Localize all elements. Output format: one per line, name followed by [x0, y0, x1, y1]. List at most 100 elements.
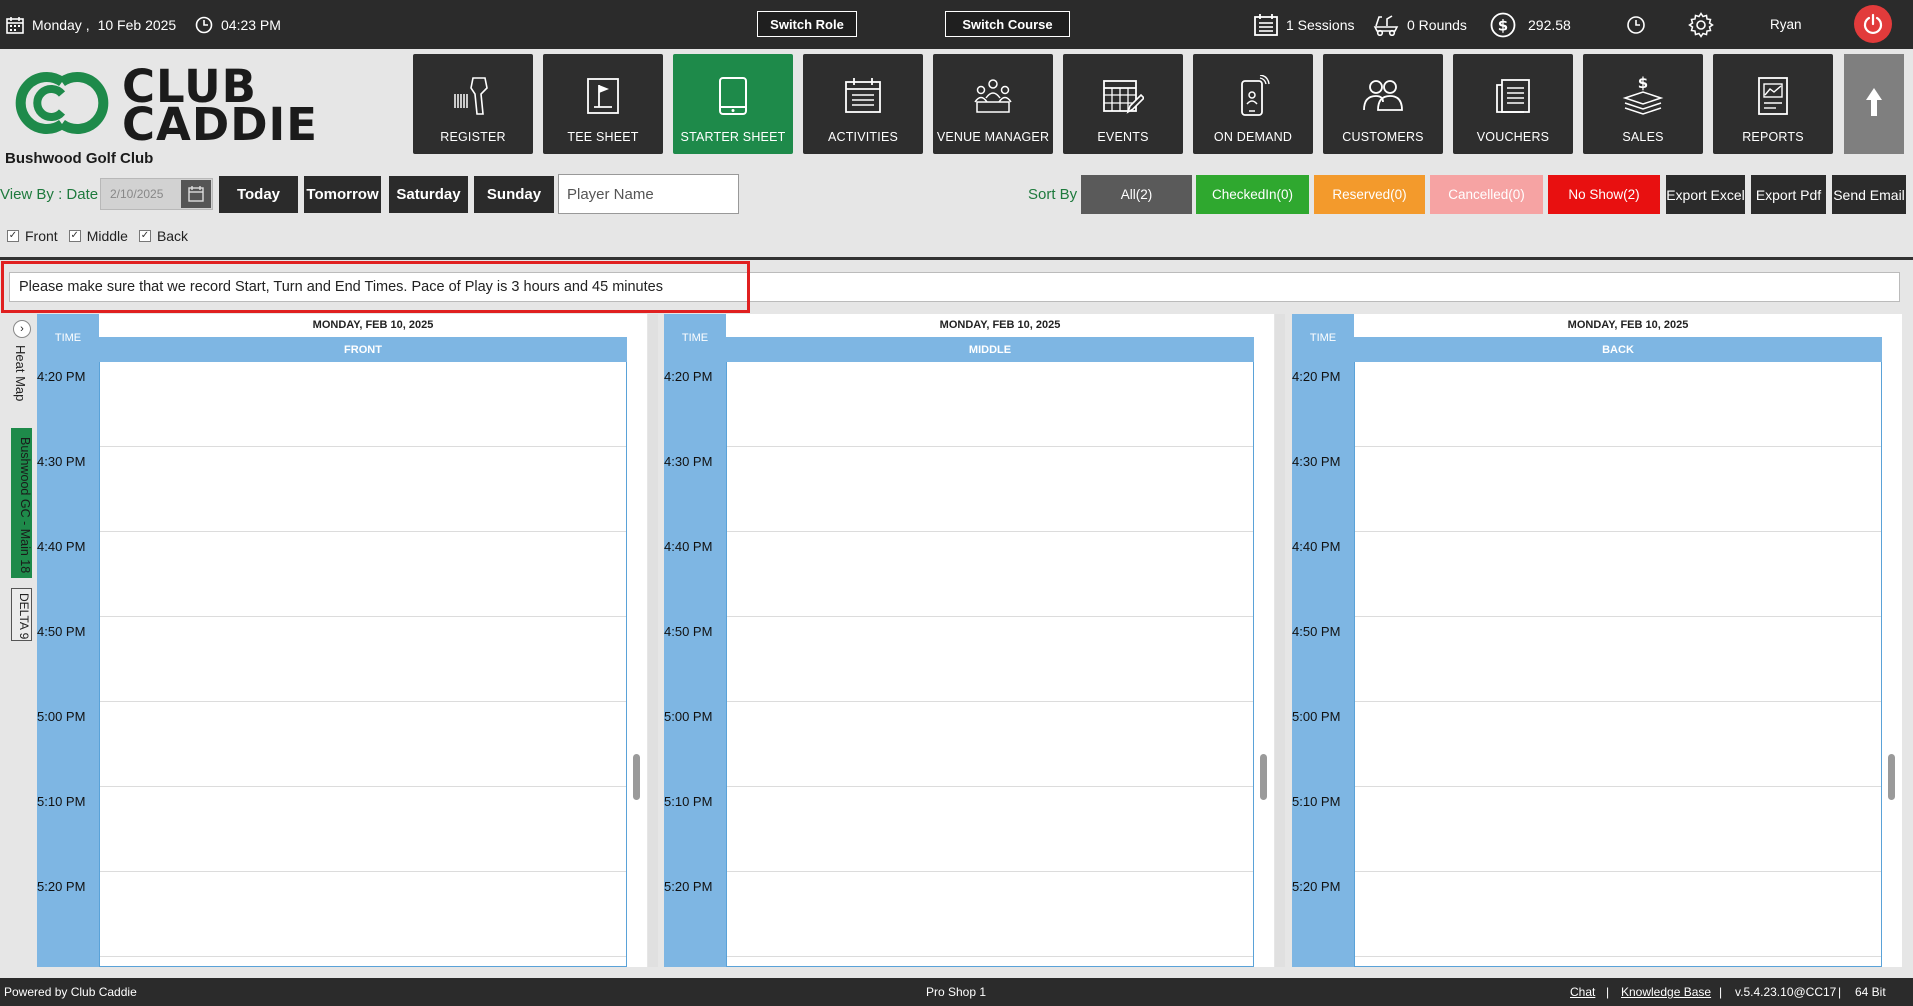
voucher-icon: [1494, 74, 1532, 118]
power-button[interactable]: [1854, 5, 1892, 43]
time-slot-row[interactable]: [1355, 447, 1881, 532]
settings-gear-icon[interactable]: [1688, 0, 1714, 49]
time-slot-row[interactable]: [1355, 702, 1881, 787]
nav-label: STARTER SHEET: [680, 130, 786, 144]
rounds-indicator[interactable]: 0 Rounds: [1373, 0, 1467, 49]
time-slot-row[interactable]: [1355, 532, 1881, 617]
time-column: [37, 362, 99, 967]
knowledge-base-link[interactable]: Knowledge Base: [1621, 978, 1711, 1006]
calendar-edit-icon: [1102, 74, 1144, 118]
time-slot-row[interactable]: [727, 787, 1253, 872]
expand-chevron-icon[interactable]: ›: [13, 320, 31, 338]
scrollbar-thumb[interactable]: [633, 754, 640, 800]
nav-events-button[interactable]: EVENTS: [1063, 54, 1183, 154]
time-slot-row[interactable]: [100, 787, 626, 872]
today-button[interactable]: Today: [219, 176, 298, 213]
filter-cancelled-button[interactable]: Cancelled(0): [1430, 175, 1543, 214]
nav-tee-sheet-button[interactable]: TEE SHEET: [543, 54, 663, 154]
nav-label: ACTIVITIES: [827, 130, 899, 144]
date-display: Monday , 10 Feb 2025: [6, 0, 176, 49]
time-label: 4:40 PM: [664, 539, 713, 554]
time-slot-row[interactable]: [727, 447, 1253, 532]
user-name[interactable]: Ryan: [1770, 0, 1802, 49]
time-text: 04:23 PM: [221, 16, 281, 33]
time-slot-row[interactable]: [100, 532, 626, 617]
middle-checkbox[interactable]: ✓ Middle: [68, 228, 128, 244]
time-label: 4:50 PM: [37, 624, 86, 639]
front-checkbox[interactable]: ✓ Front: [7, 228, 58, 244]
nav-label: VOUCHERS: [1476, 130, 1550, 144]
date-picker[interactable]: 2/10/2025: [100, 178, 213, 210]
scrollbar-thumb[interactable]: [1888, 754, 1895, 800]
nav-sales-button[interactable]: $ SALES: [1583, 54, 1703, 154]
filter-noshow-button[interactable]: No Show(2): [1548, 175, 1660, 214]
filter-all-button[interactable]: All(2): [1081, 175, 1192, 214]
nav-venue-manager-button[interactable]: VENUE MANAGER: [933, 54, 1053, 154]
panel-date-header: MONDAY, FEB 10, 2025: [99, 314, 647, 336]
version-text: v.5.4.23.10@CC17: [1735, 985, 1837, 999]
nav-register-button[interactable]: REGISTER: [413, 54, 533, 154]
player-name-input[interactable]: [558, 174, 739, 214]
time-slot-row[interactable]: [100, 702, 626, 787]
scroll-up-button[interactable]: [1844, 54, 1904, 154]
send-email-button[interactable]: Send Email: [1832, 175, 1906, 214]
venue-people-icon: [971, 74, 1015, 118]
time-slot-row[interactable]: [100, 617, 626, 702]
scrollbar[interactable]: [631, 314, 643, 967]
time-slot-row[interactable]: [100, 362, 626, 447]
balance-indicator[interactable]: $ 292.58: [1490, 0, 1571, 49]
history-clock-icon[interactable]: [1626, 0, 1646, 49]
nav-label: REGISTER: [440, 130, 506, 144]
bit-text: 64 Bit: [1855, 985, 1886, 999]
tomorrow-button[interactable]: Tomorrow: [304, 176, 381, 213]
time-slot-row[interactable]: [727, 702, 1253, 787]
scrollbar-thumb[interactable]: [1260, 754, 1267, 800]
time-slot-row[interactable]: [1355, 617, 1881, 702]
chat-link[interactable]: Chat: [1570, 978, 1595, 1006]
filter-reserved-button[interactable]: Reserved(0): [1314, 175, 1425, 214]
time-slot-row[interactable]: [727, 532, 1253, 617]
time-label: 4:20 PM: [664, 369, 713, 384]
date-value[interactable]: 2/10/2025: [101, 187, 181, 201]
export-pdf-button[interactable]: Export Pdf: [1751, 175, 1826, 214]
barcode-scanner-icon: [451, 74, 495, 118]
delta-tab[interactable]: DELTA 9: [11, 588, 32, 641]
time-slot-row[interactable]: [727, 617, 1253, 702]
nav-reports-button[interactable]: REPORTS: [1713, 54, 1833, 154]
time-slot-row[interactable]: [100, 447, 626, 532]
switch-role-button[interactable]: Switch Role: [757, 11, 857, 37]
heat-map-tab[interactable]: Heat Map: [13, 345, 28, 401]
time-label: 4:30 PM: [37, 454, 86, 469]
sessions-indicator[interactable]: 1 Sessions: [1254, 0, 1354, 49]
time-label: 4:30 PM: [664, 454, 713, 469]
mobile-phone-icon: [1236, 74, 1270, 118]
saturday-button[interactable]: Saturday: [389, 176, 468, 213]
export-excel-button[interactable]: Export Excel: [1666, 175, 1745, 214]
course-tab[interactable]: Bushwood GC - Main 18: [11, 428, 32, 578]
time-slot-row[interactable]: [1355, 787, 1881, 872]
time-slot-row[interactable]: [100, 872, 626, 957]
date-picker-calendar-icon[interactable]: [181, 180, 211, 208]
scrollbar[interactable]: [1258, 314, 1270, 967]
switch-course-button[interactable]: Switch Course: [945, 11, 1070, 37]
time-slot-row[interactable]: [1355, 872, 1881, 957]
time-slot-row[interactable]: [727, 872, 1253, 957]
time-header: TIME: [37, 314, 99, 362]
scrollbar[interactable]: [1886, 314, 1898, 967]
nav-starter-sheet-button[interactable]: STARTER SHEET: [673, 54, 793, 154]
time-slot-row[interactable]: [727, 362, 1253, 447]
footer-separator: |: [1838, 985, 1842, 999]
time-label: 5:10 PM: [1292, 794, 1341, 809]
nav-vouchers-button[interactable]: VOUCHERS: [1453, 54, 1573, 154]
sunday-button[interactable]: Sunday: [474, 176, 554, 213]
nav-activities-button[interactable]: ACTIVITIES: [803, 54, 923, 154]
club-name: Bushwood Golf Club: [5, 150, 154, 167]
back-checkbox[interactable]: ✓ Back: [138, 228, 188, 244]
sessions-text: 1 Sessions: [1286, 16, 1355, 33]
time-slot-row[interactable]: [1355, 362, 1881, 447]
check-icon: ✓: [68, 230, 81, 242]
filter-checkedin-button[interactable]: CheckedIn(0): [1196, 175, 1309, 214]
nav-on-demand-button[interactable]: ON DEMAND: [1193, 54, 1313, 154]
nav-customers-button[interactable]: CUSTOMERS: [1323, 54, 1443, 154]
time-label: 4:50 PM: [664, 624, 713, 639]
